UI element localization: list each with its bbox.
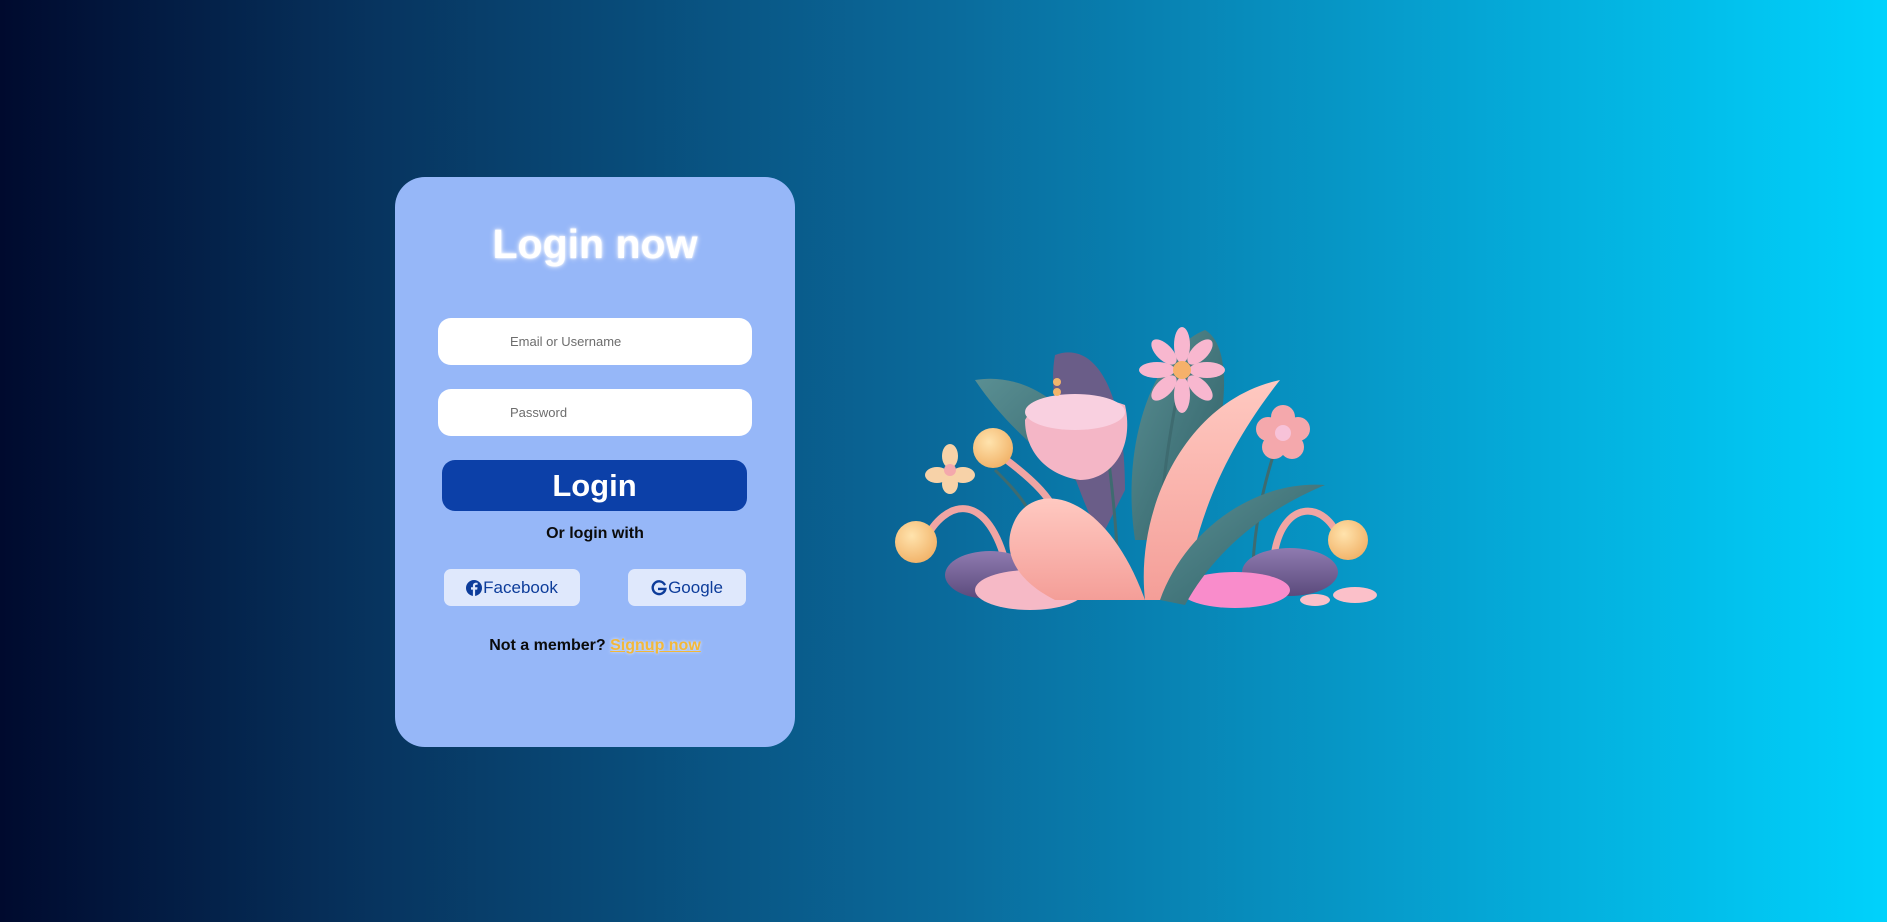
facebook-label: Facebook: [483, 577, 558, 597]
facebook-login-button[interactable]: Facebook: [444, 569, 580, 606]
login-title: Login now: [492, 221, 698, 267]
facebook-icon: [466, 579, 483, 596]
login-button[interactable]: Login: [442, 460, 747, 511]
or-login-with-text: Or login with: [546, 525, 644, 542]
email-username-input[interactable]: [438, 318, 752, 365]
google-label: Google: [668, 577, 723, 597]
login-card: Login now Login Or login with Facebook G…: [395, 177, 795, 747]
flowers-plant-illustration: [895, 327, 1377, 610]
password-input[interactable]: [438, 389, 752, 436]
not-member-text: Not a member?: [489, 637, 606, 654]
google-icon: [651, 579, 667, 596]
signup-prompt: Not a member? Signup now: [395, 637, 795, 655]
signup-link[interactable]: Signup now: [610, 637, 701, 654]
google-login-button[interactable]: Google: [628, 569, 746, 606]
